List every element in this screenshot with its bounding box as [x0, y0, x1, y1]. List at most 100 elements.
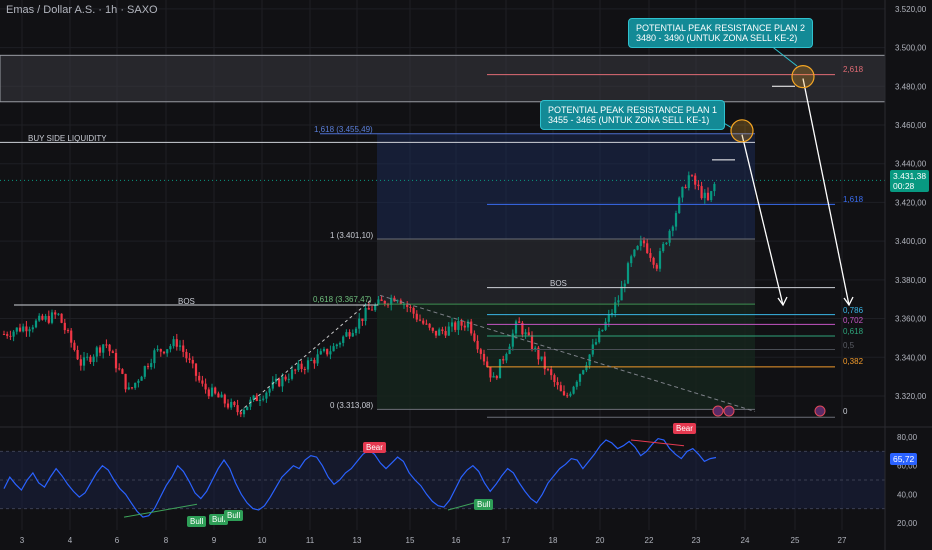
price-tick-label: 3.440,00: [895, 160, 927, 169]
candle-body: [486, 361, 489, 368]
candle-body: [687, 175, 690, 188]
candle-body: [598, 331, 601, 343]
plan2-line1: POTENTIAL PEAK RESISTANCE PLAN 2: [636, 23, 806, 33]
bear-signal-1: Bear: [363, 442, 386, 453]
resistance-zone-plan2: [0, 54, 886, 103]
candle-body: [438, 329, 441, 336]
candle-body: [351, 333, 354, 337]
candle-body: [626, 263, 630, 284]
candle-body: [348, 332, 351, 337]
candle-body: [214, 387, 217, 394]
candle-body: [617, 300, 620, 303]
candle-body: [559, 385, 562, 392]
candle-body: [66, 330, 70, 332]
bos-right-label: BOS: [550, 279, 567, 288]
price-tick-label: 3.320,00: [895, 392, 927, 401]
candle-body: [306, 360, 310, 370]
candle-body: [178, 345, 182, 347]
candle-body: [15, 327, 18, 332]
candle-body: [73, 342, 76, 350]
candle-body: [492, 375, 495, 378]
candle-body: [566, 395, 569, 397]
candle-body: [198, 375, 201, 381]
candle-body: [710, 191, 713, 201]
candle-body: [706, 192, 710, 201]
last-price-value: 3.431,38: [893, 171, 927, 181]
plan1-annotation[interactable]: POTENTIAL PEAK RESISTANCE PLAN 1 3455 - …: [540, 100, 726, 130]
bear-signal-2: Bear: [673, 423, 696, 434]
candle-body: [47, 315, 50, 323]
candle-body: [450, 322, 454, 327]
candle-body: [22, 326, 25, 332]
candle-body: [527, 332, 530, 336]
candle-body: [700, 186, 703, 199]
candle-body: [303, 368, 306, 370]
candle-body: [60, 313, 63, 323]
candle-body: [668, 230, 671, 243]
time-tick-label: 4: [68, 536, 73, 545]
candle-body: [361, 318, 364, 322]
candle-body: [236, 405, 239, 413]
bull-signal-3: Bull: [224, 510, 244, 521]
fib-right-05-label: 0,5: [843, 341, 855, 350]
candle-body: [226, 403, 230, 408]
candle-body: [694, 175, 697, 185]
candle-body: [223, 394, 226, 404]
candle-body: [364, 308, 367, 322]
price-tick-label: 3.360,00: [895, 315, 927, 324]
candle-body: [674, 213, 678, 227]
candle-body: [703, 192, 706, 199]
candle-body: [150, 363, 153, 368]
candle-body: [326, 348, 329, 355]
candle-body: [166, 349, 169, 354]
candle-body: [50, 312, 54, 323]
rsi-tick-label: 40,00: [897, 490, 918, 499]
candle-body: [553, 375, 556, 383]
candle-body: [569, 393, 572, 396]
buy-side-liquidity-label: BUY SIDE LIQUIDITY: [28, 134, 107, 143]
candle-body: [370, 309, 374, 311]
candle-body: [57, 313, 60, 315]
fib-zone-mid: [377, 239, 755, 305]
bull-signal-1: Bull: [187, 516, 207, 527]
candle-body: [204, 383, 207, 390]
time-tick-label: 6: [115, 536, 120, 545]
candle-body: [300, 363, 303, 369]
plan1-line2: 3455 - 3465 (UNTUK ZONA SELL KE-1): [548, 115, 710, 125]
price-tick-label: 3.420,00: [895, 198, 927, 207]
candle-body: [642, 240, 646, 244]
candle-body: [546, 369, 550, 371]
candle-body: [102, 344, 105, 353]
candle-body: [524, 332, 527, 335]
candle-body: [207, 389, 210, 397]
candle-body: [153, 350, 156, 364]
plan2-annotation[interactable]: POTENTIAL PEAK RESISTANCE PLAN 2 3480 - …: [628, 18, 814, 48]
fib-left-0618-label: 0,618 (3.367,47): [313, 295, 372, 304]
candle-body: [374, 304, 377, 311]
candle-body: [63, 322, 66, 331]
candle-body: [89, 356, 92, 362]
chart[interactable]: 3.520,00 3.500,00 3.480,00 3.460,00 3.440,00…: [0, 0, 932, 550]
price-tick-label: 3.500,00: [895, 44, 927, 53]
candle-body: [582, 370, 585, 375]
rsi-tick-label: 80,00: [897, 433, 918, 442]
candle-body: [217, 393, 220, 398]
time-tick-label: 17: [502, 536, 511, 545]
candle-body: [655, 264, 658, 269]
event-flag-icon: [814, 405, 826, 417]
candle-body: [665, 242, 668, 244]
candle-body: [79, 359, 82, 366]
candle-body: [434, 330, 438, 336]
candle-body: [473, 333, 476, 341]
time-tick-label: 27: [838, 536, 847, 545]
candle-body: [585, 365, 588, 371]
time-tick-label: 3: [20, 536, 25, 545]
time-tick-label: 16: [452, 536, 461, 545]
candle-body: [662, 243, 665, 252]
candle-body: [594, 342, 598, 345]
candle-body: [146, 366, 150, 368]
candle-body: [604, 321, 607, 330]
candle-body: [9, 335, 12, 337]
candle-body: [156, 349, 159, 351]
candle-body: [140, 376, 143, 381]
